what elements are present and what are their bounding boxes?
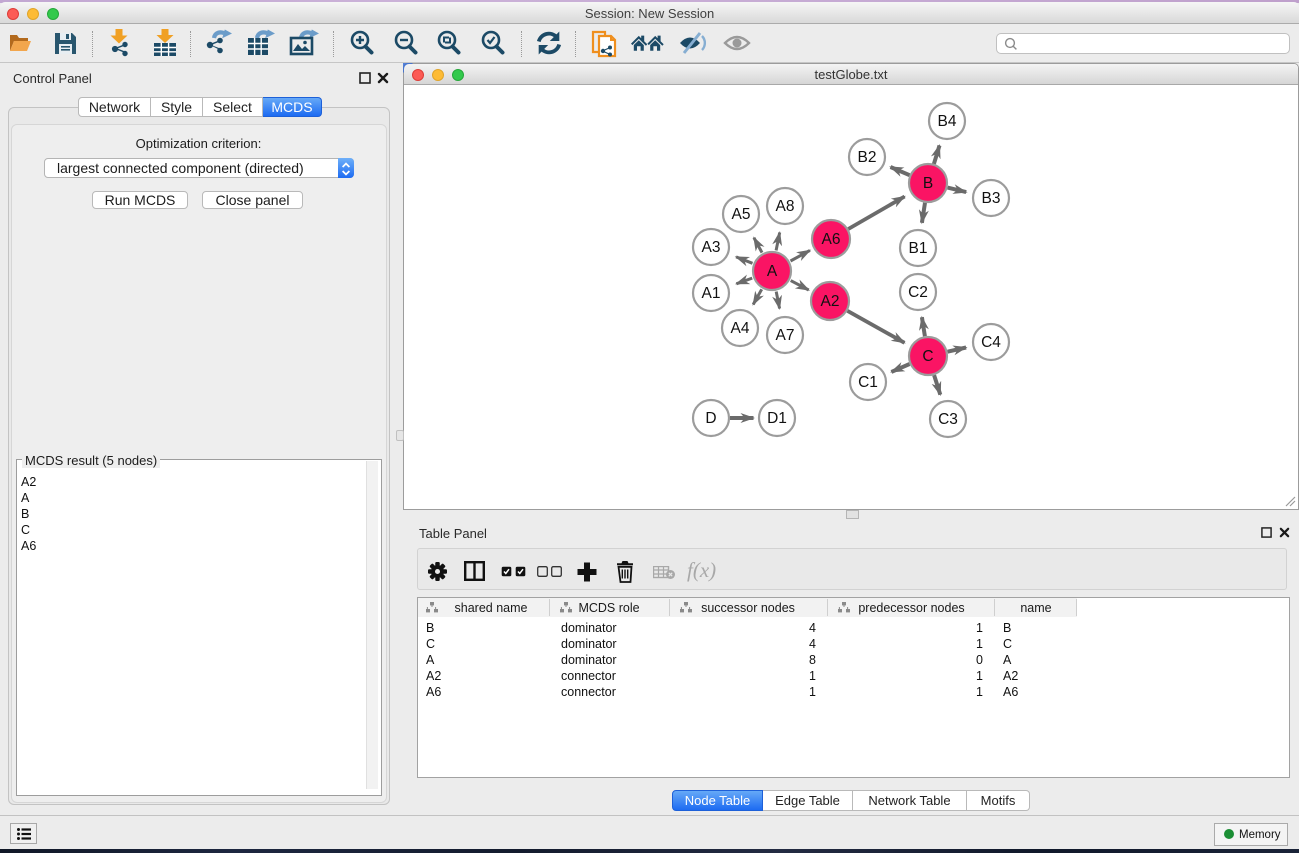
svg-text:B4: B4 <box>938 113 957 130</box>
svg-text:C3: C3 <box>938 411 958 428</box>
svg-text:B2: B2 <box>858 149 877 166</box>
svg-text:A4: A4 <box>731 320 750 337</box>
svg-text:B: B <box>923 175 933 192</box>
svg-text:C: C <box>922 348 933 365</box>
svg-text:A7: A7 <box>776 327 795 344</box>
svg-text:D1: D1 <box>767 410 787 427</box>
svg-text:B3: B3 <box>982 190 1001 207</box>
svg-text:A2: A2 <box>821 293 840 310</box>
svg-text:C4: C4 <box>981 334 1001 351</box>
svg-text:B1: B1 <box>909 240 928 257</box>
svg-text:A: A <box>767 263 778 280</box>
svg-text:C1: C1 <box>858 374 878 391</box>
svg-text:A5: A5 <box>732 206 751 223</box>
svg-text:A6: A6 <box>822 231 841 248</box>
svg-text:A3: A3 <box>702 239 721 256</box>
svg-text:C2: C2 <box>908 284 928 301</box>
svg-text:A8: A8 <box>776 198 795 215</box>
svg-text:D: D <box>705 410 716 427</box>
svg-text:A1: A1 <box>702 285 721 302</box>
